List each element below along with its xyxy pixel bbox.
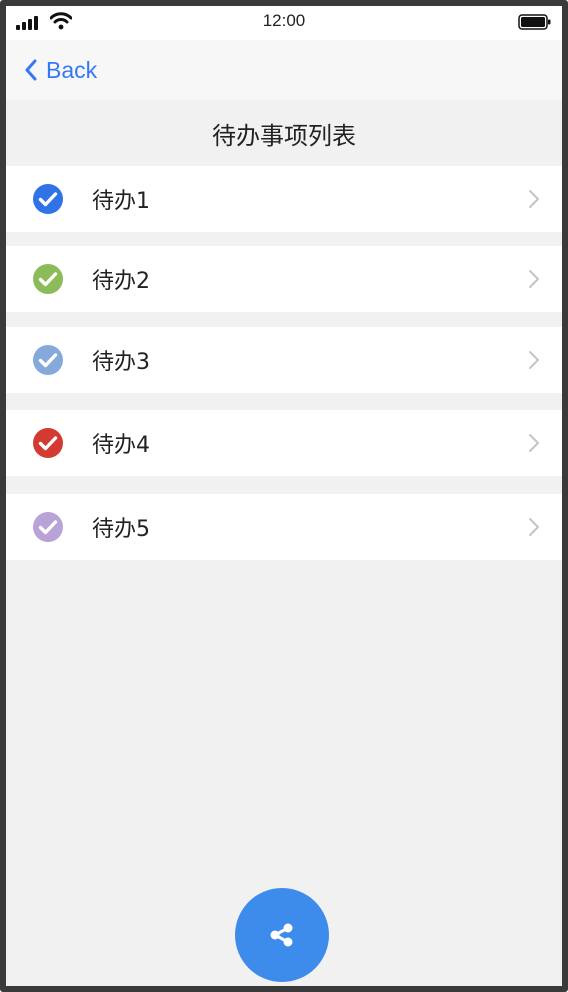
navigation-bar: Back (6, 40, 562, 100)
status-time: 12:00 (262, 11, 306, 30)
todo-label: 待办2 (92, 269, 150, 294)
phone-frame: 12:00 Back 待办事项列表 待办1 待办2 待办3 待办4 待办5 (0, 0, 568, 992)
check-circle-icon (33, 184, 63, 214)
todo-item-2[interactable]: 待办2 (6, 246, 562, 312)
chevron-right-icon (529, 434, 539, 452)
share-button[interactable] (235, 888, 329, 982)
status-bar: 12:00 (6, 6, 562, 40)
check-circle-icon (33, 512, 63, 542)
todo-item-1[interactable]: 待办1 (6, 166, 562, 232)
share-icon (270, 923, 293, 947)
check-circle-icon (33, 428, 63, 458)
todo-item-4[interactable]: 待办4 (6, 410, 562, 476)
back-button[interactable]: Back (24, 54, 97, 86)
todo-label: 待办3 (92, 350, 150, 375)
chevron-right-icon (529, 190, 539, 208)
chevron-right-icon (529, 351, 539, 369)
check-circle-icon (33, 264, 63, 294)
check-circle-icon (33, 345, 63, 375)
battery-icon (518, 14, 551, 30)
chevron-right-icon (529, 270, 539, 288)
page-title: 待办事项列表 (212, 121, 356, 150)
todo-label: 待办4 (92, 433, 150, 458)
todo-label: 待办5 (92, 517, 150, 542)
title-bar: 待办事项列表 (6, 100, 562, 166)
todo-label: 待办1 (92, 189, 150, 214)
back-label: Back (46, 56, 98, 83)
chevron-left-icon (25, 59, 37, 81)
todo-item-5[interactable]: 待办5 (6, 494, 562, 560)
todo-item-3[interactable]: 待办3 (6, 327, 562, 393)
chevron-right-icon (529, 518, 539, 536)
